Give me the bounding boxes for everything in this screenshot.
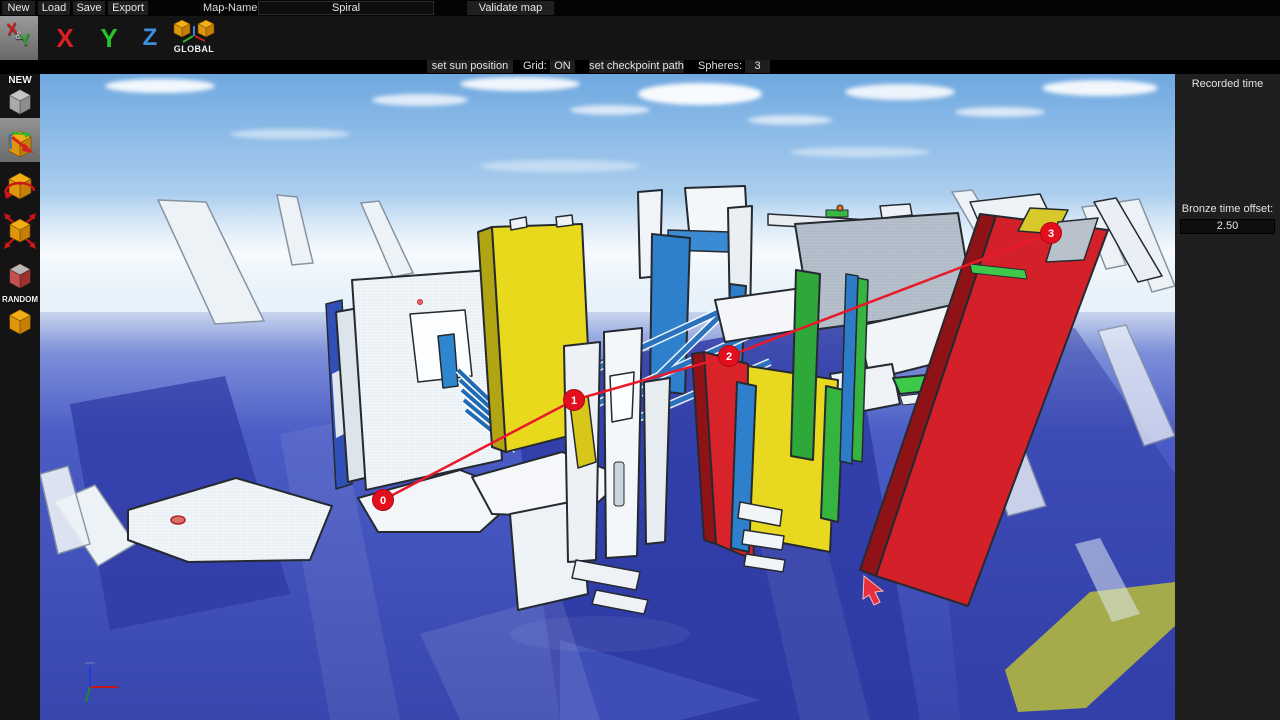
right-panel: Recorded time Bronze time offset: 2.50 (1175, 74, 1280, 720)
load-button[interactable]: Load (38, 1, 70, 15)
svg-text:3: 3 (1048, 228, 1054, 240)
checkpoint-marker[interactable]: 1 (564, 390, 585, 411)
map-name-input[interactable]: Spiral (258, 1, 434, 15)
axis-toolbar: X & Y X Y Z GLOBAL (0, 16, 1280, 60)
checkpoint-marker[interactable]: 0 (373, 490, 394, 511)
axis-xy-button[interactable]: X & Y (0, 16, 38, 60)
delete-cube-icon (4, 258, 36, 294)
spheres-label: Spheres: (698, 60, 742, 73)
map-name-label: Map-Name: (203, 1, 260, 15)
random-block-label: RANDOM (0, 295, 40, 304)
axis-x-button[interactable]: X (50, 21, 80, 55)
recorded-time-label: Recorded time (1175, 78, 1280, 90)
set-sun-position-button[interactable]: set sun position (427, 60, 513, 73)
new-button[interactable]: New (2, 1, 35, 15)
tool-new-block[interactable]: NEW (0, 74, 40, 118)
global-label: GLOBAL (167, 44, 221, 54)
tool-random-block[interactable]: RANDOM (0, 294, 40, 338)
global-mode-button[interactable]: GLOBAL (167, 18, 221, 60)
rotate-tool-icon (3, 166, 37, 206)
save-button[interactable]: Save (73, 1, 105, 15)
orange-cube-icon (4, 302, 36, 338)
export-button[interactable]: Export (108, 1, 148, 15)
grid-label: Grid: (523, 60, 547, 73)
tool-delete[interactable] (0, 250, 40, 294)
set-checkpoint-path-button[interactable]: set checkpoint path (589, 60, 684, 73)
global-cubes-icon (171, 18, 217, 46)
tool-rotate[interactable] (0, 162, 40, 206)
svg-text:0: 0 (380, 495, 386, 507)
tool-scale[interactable] (0, 206, 40, 250)
tool-move[interactable] (0, 118, 40, 162)
axis-xy-y: Y (19, 31, 32, 50)
menu-bar: New Load Save Export Map-Name: Spiral Va… (0, 0, 1280, 16)
checkpoint-marker[interactable]: 3 (1041, 223, 1062, 244)
validate-map-button[interactable]: Validate map (467, 1, 554, 15)
axis-z-button[interactable]: Z (135, 21, 165, 55)
checkpoint-marker[interactable]: 2 (719, 346, 740, 367)
new-block-label: NEW (0, 75, 40, 86)
scene-viewport[interactable]: 0 1 2 3 (40, 74, 1175, 720)
scale-tool-icon (3, 210, 37, 250)
tool-sidebar: NEW (0, 74, 40, 720)
spheres-value[interactable]: 3 (745, 60, 770, 73)
axis-y-button[interactable]: Y (94, 21, 124, 55)
options-toolbar: set sun position Grid: ON set checkpoint… (0, 60, 1280, 74)
bronze-time-offset-label: Bronze time offset: (1175, 203, 1280, 215)
move-tool-icon (3, 122, 37, 162)
map-editor-window: New Load Save Export Map-Name: Spiral Va… (0, 0, 1280, 720)
bronze-time-offset-input[interactable]: 2.50 (1180, 219, 1275, 234)
svg-text:2: 2 (726, 351, 732, 363)
svg-text:1: 1 (571, 395, 577, 407)
main-area: NEW (0, 74, 1280, 720)
grid-toggle-button[interactable]: ON (550, 60, 575, 73)
gray-cube-icon (4, 82, 36, 118)
